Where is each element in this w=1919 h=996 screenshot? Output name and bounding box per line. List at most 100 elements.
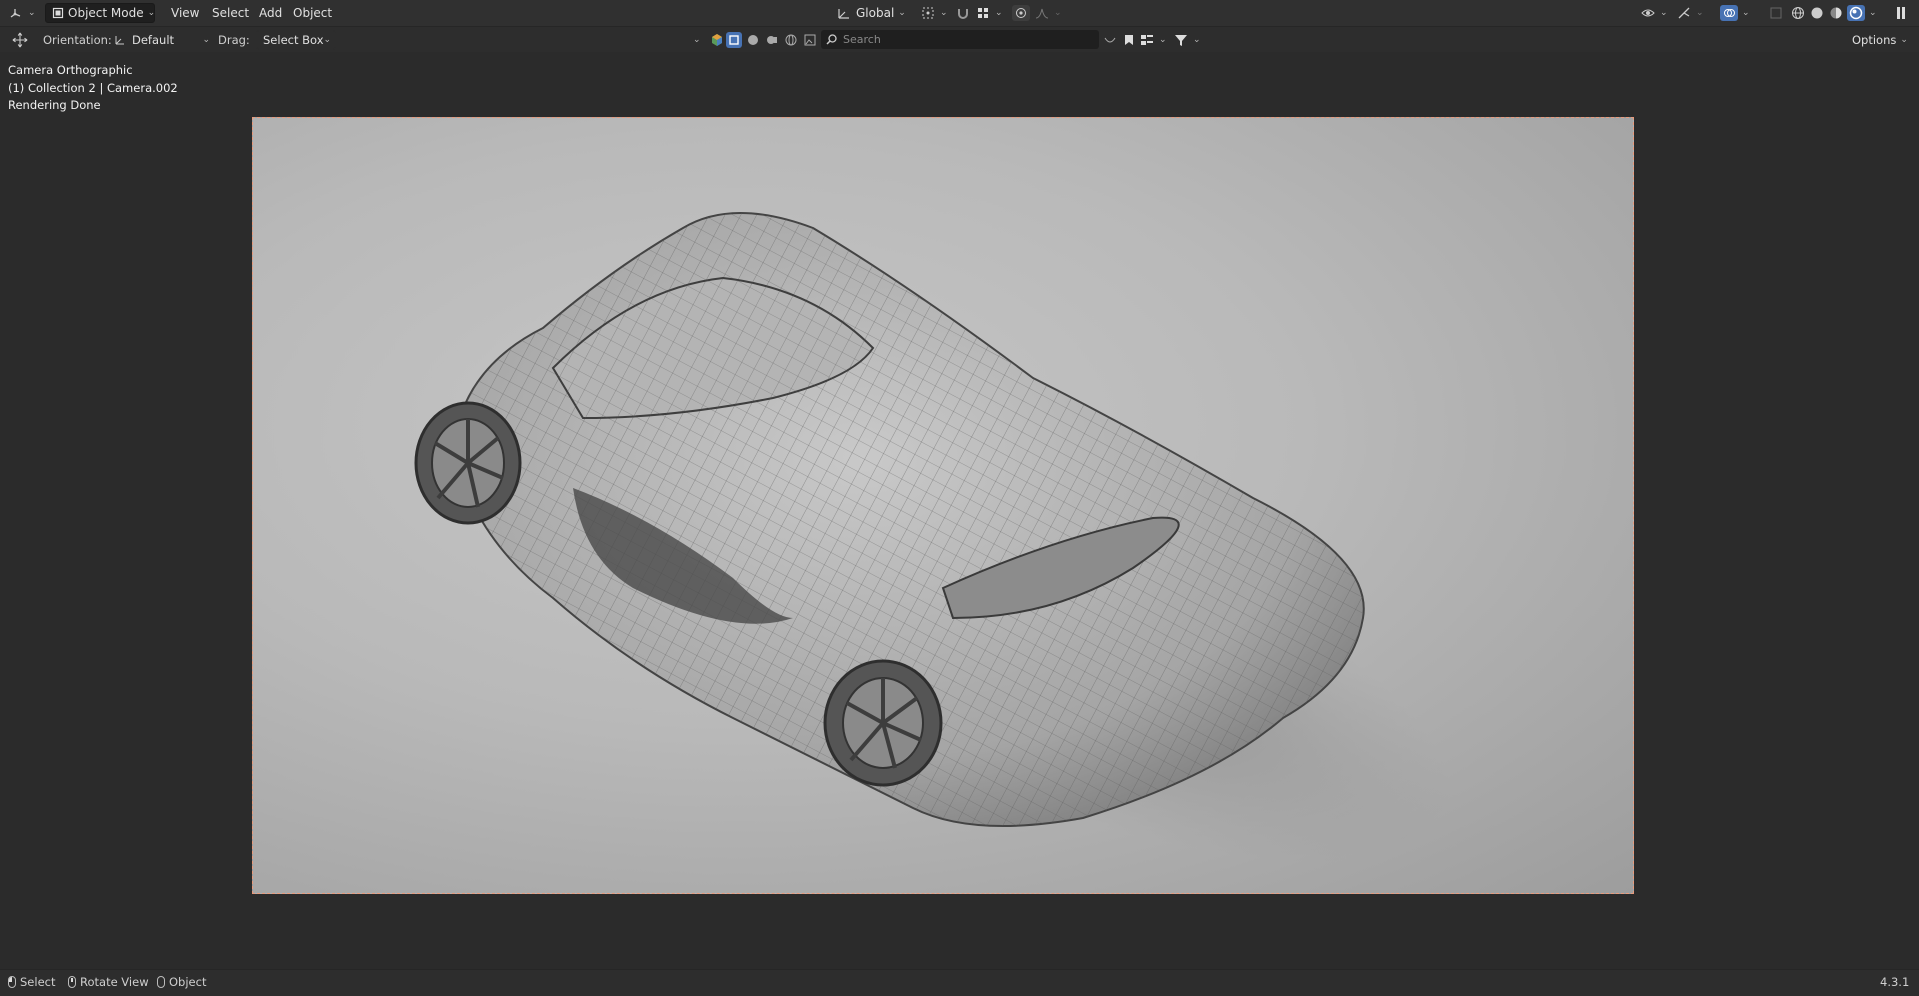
status-hint-object: Object [157,975,206,989]
proportional-editing-toggle[interactable] [1012,3,1030,23]
filter-dropdown[interactable]: ⌄ [1173,30,1201,50]
mode-dropdown[interactable]: Object Mode ⌄ [45,3,155,23]
shading-solid-button[interactable] [1809,3,1825,23]
bookmark-button[interactable] [1121,30,1137,50]
transform-orientation-dropdown[interactable]: Global ⌄ [836,3,906,23]
car-wireframe-render [414,212,1453,863]
chevron-down-icon: ⌄ [1696,8,1704,18]
menu-object[interactable]: Object [288,3,337,23]
viewport-header: ⌄ Object Mode ⌄ View Select Add Object G… [0,0,1919,27]
viewport-3d-icon [8,5,24,21]
object-mode-icon [52,5,64,21]
chevron-down-icon: ⌄ [1660,8,1668,18]
orientation-axes-icon [112,32,128,48]
wireframe-sphere-icon [1790,5,1806,21]
sphere-icon [745,32,761,48]
search-icon [825,32,837,48]
scene-collection-button[interactable] [709,30,725,50]
render-status-text: Rendering Done [8,98,101,112]
overlays-toggle[interactable]: ⌄ [1720,3,1750,23]
chevron-down-icon: ⌄ [28,8,36,18]
proportional-falloff-dropdown[interactable]: ⌄ [1034,3,1062,23]
pivot-point-dropdown[interactable]: ⌄ [920,3,948,23]
filter-mesh-button[interactable] [745,30,761,50]
front-wheel [414,401,522,525]
snap-target-dropdown[interactable]: ⌄ [975,3,1003,23]
orientation-dropdown[interactable]: Default ⌄ [112,30,210,50]
editor-type-button[interactable]: ⌄ [8,3,36,23]
chevron-down-icon: ⌄ [940,8,948,18]
chevron-down-icon: ⌄ [693,35,701,45]
view-layer-dropdown[interactable]: ⌄ [693,30,701,50]
chevron-down-icon: ⌄ [1054,8,1062,18]
filter-object-button[interactable] [726,30,742,50]
chevron-down-icon: ⌄ [323,35,332,45]
curve-icon [1102,32,1118,48]
chevron-down-icon: ⌄ [898,8,906,18]
gizmo-icon [1676,5,1692,21]
material-sphere-icon [1828,5,1844,21]
chevron-down-icon: ⌄ [1159,35,1167,45]
menu-view[interactable]: View [166,3,204,23]
status-bar: Select Rotate View Object 4.3.1 [0,969,1919,996]
status-hint-label: Select [20,975,56,989]
overlays-icon [1720,5,1738,21]
shading-wireframe-button[interactable] [1790,3,1806,23]
visibility-dropdown[interactable]: ⌄ [1640,3,1668,23]
xray-toggle[interactable] [1768,3,1784,23]
filter-world-button[interactable] [783,30,799,50]
chevron-down-icon: ⌄ [1742,8,1750,18]
bookmark-icon [1121,32,1137,48]
funnel-icon [1173,32,1189,48]
collection-object-text: (1) Collection 2 | Camera.002 [8,80,178,95]
layered-filter-button[interactable] [1102,30,1118,50]
menu-select[interactable]: Select [207,3,254,23]
camera-render-frame [252,117,1634,894]
filter-image-button[interactable] [802,30,818,50]
drag-value: Select Box [263,33,324,47]
orientation-value: Default [132,33,175,47]
search-field[interactable] [821,30,1099,49]
chevron-down-icon: ⌄ [1193,35,1201,45]
mode-label: Object Mode [68,6,144,20]
move-arrows-icon [12,32,28,48]
orientation-label: Global [856,6,895,20]
search-input[interactable] [841,32,1075,47]
gizmo-dropdown[interactable]: ⌄ [1676,3,1704,23]
mouse-middle-icon [68,976,76,988]
sidebar-toggle[interactable] [1893,3,1909,23]
world-icon [783,32,799,48]
chevron-down-icon: ⌄ [1900,35,1908,45]
shading-material-button[interactable] [1828,3,1844,23]
snap-toggle[interactable] [955,3,971,23]
options-dropdown[interactable]: Options ⌄ [1846,30,1914,50]
chevron-down-icon: ⌄ [202,35,210,45]
orientation-axes-icon [836,5,852,21]
status-hint-rotate: Rotate View [68,975,149,989]
xray-icon [1768,5,1784,21]
image-icon [802,32,818,48]
mouse-right-icon [157,976,165,988]
chevron-down-icon: ⌄ [147,8,156,18]
chevron-down-icon: ⌄ [995,8,1003,18]
pivot-icon [920,5,936,21]
shading-rendered-button[interactable]: ⌄ [1847,3,1877,23]
menu-add[interactable]: Add [254,3,287,23]
orientation-field-label: Orientation: [43,33,112,47]
pause-icon [1893,5,1909,21]
square-select-icon [726,32,742,48]
3d-viewport[interactable]: Camera Orthographic (1) Collection 2 | C… [0,52,1919,965]
rear-wheel [823,659,943,787]
status-hint-label: Rotate View [80,975,149,989]
snap-grid-icon [975,5,991,21]
drag-field-label: Drag: [218,33,250,47]
collection-cube-icon [709,32,725,48]
display-mode-dropdown[interactable]: ⌄ [1139,30,1167,50]
status-hint-select: Select [8,975,55,989]
drag-dropdown[interactable]: Select Box ⌄ [256,30,336,50]
magnet-icon [955,5,971,21]
proportional-icon [1012,5,1030,21]
rendered-sphere-icon [1847,5,1865,21]
active-tool-button[interactable] [12,30,28,50]
filter-light-button[interactable] [764,30,780,50]
